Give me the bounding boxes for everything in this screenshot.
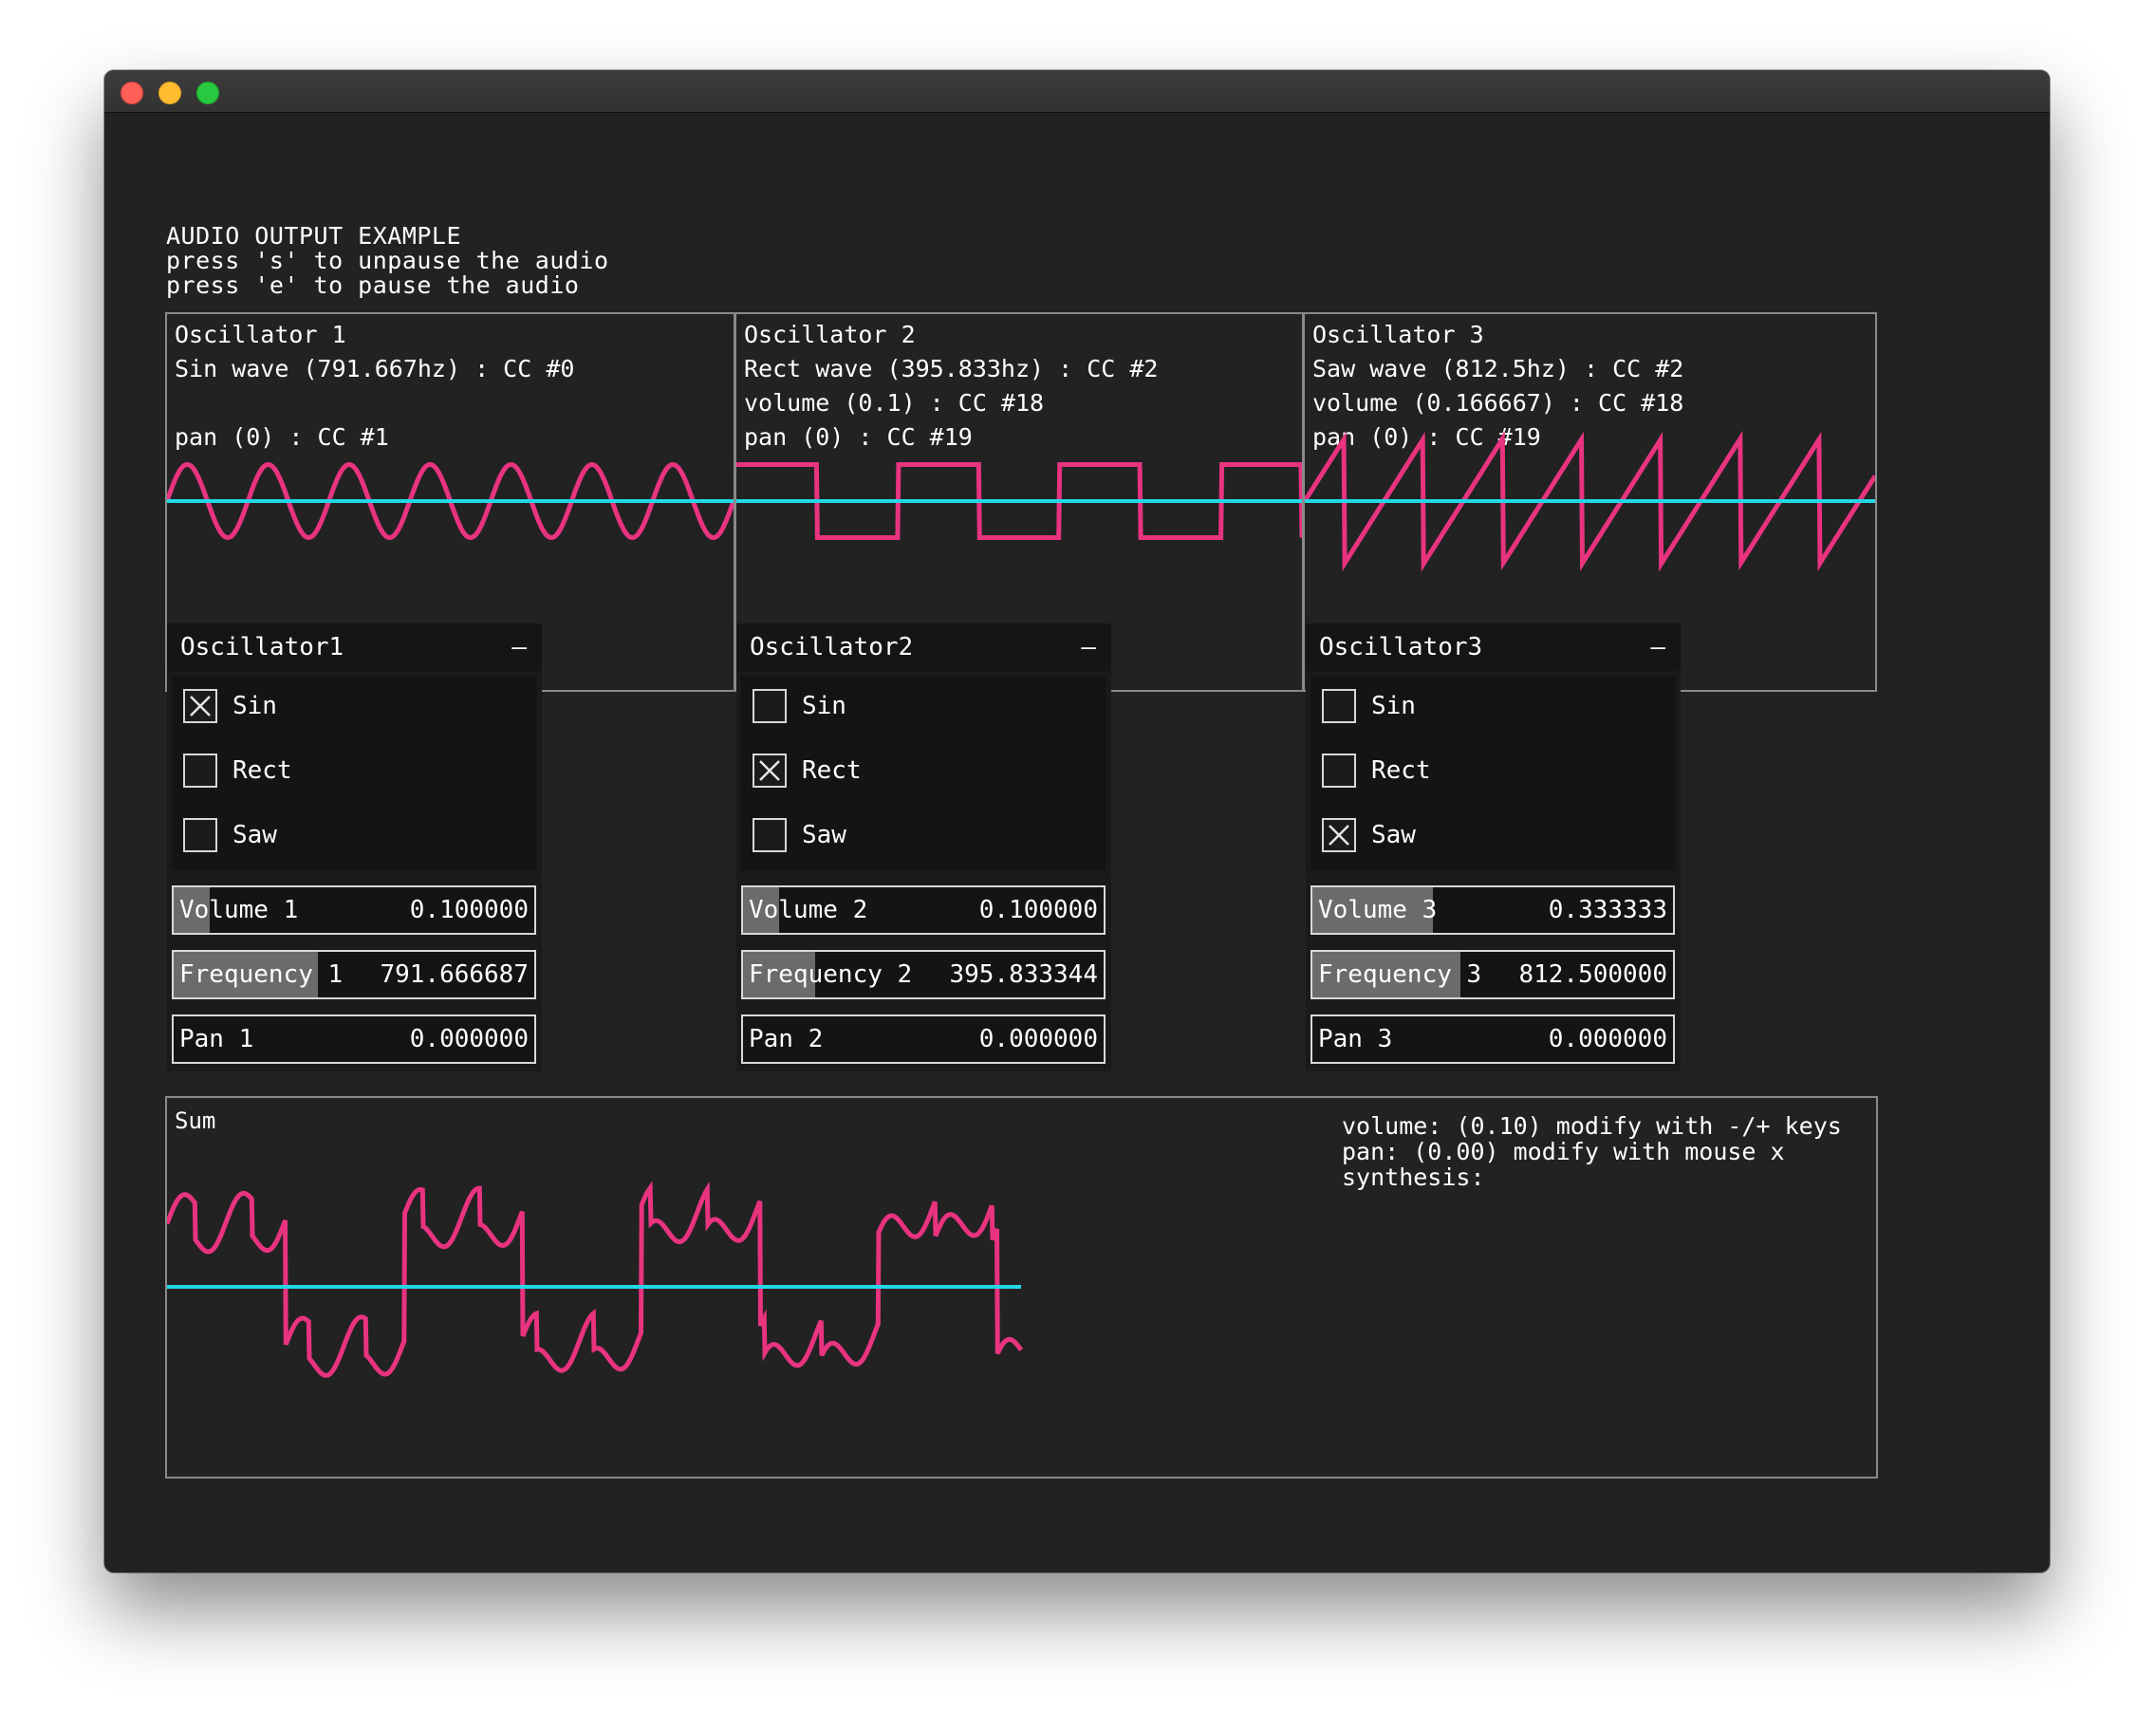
toggle-rect[interactable]: Rect	[1322, 752, 1663, 790]
minimize-window-button[interactable]	[158, 82, 181, 104]
waveform-toggle-group: Sin Rect Saw	[1310, 676, 1676, 870]
toggle-sin[interactable]: Sin	[753, 687, 1094, 725]
checkbox[interactable]	[1322, 818, 1356, 852]
toggle-label: Sin	[802, 692, 846, 720]
toggle-label: Saw	[1371, 821, 1416, 849]
frequency-slider[interactable]: Frequency 2 395.833344	[741, 950, 1106, 999]
slider-value: 395.833344	[949, 960, 1098, 989]
checkbox[interactable]	[183, 818, 217, 852]
slider-value: 0.100000	[409, 896, 529, 924]
collapse-button[interactable]: –	[1081, 623, 1096, 671]
panel-title: Oscillator1	[180, 633, 344, 661]
maximize-window-button[interactable]	[196, 82, 219, 104]
panel-header[interactable]: Oscillator1 –	[167, 623, 542, 671]
toggle-label: Saw	[802, 821, 846, 849]
app-content: AUDIO OUTPUT EXAMPLE press 's' to unpause…	[104, 113, 2050, 1572]
collapse-button[interactable]: –	[511, 623, 527, 671]
toggle-label: Saw	[232, 821, 277, 849]
slider-name: Volume 1	[179, 896, 299, 924]
checkbox[interactable]	[753, 689, 787, 723]
close-window-button[interactable]	[121, 82, 143, 104]
checkbox[interactable]	[183, 689, 217, 723]
toggle-saw[interactable]: Saw	[1322, 816, 1663, 854]
oscillator-panel-2: Oscillator2 – Sin Rect Saw Volume 2 0.100000…	[736, 623, 1111, 1071]
oscillator-panel-3: Oscillator3 – Sin Rect Saw Volume 3 0.333333…	[1306, 623, 1681, 1071]
frequency-slider[interactable]: Frequency 3 812.500000	[1310, 950, 1675, 999]
oscillator-panel-1: Oscillator1 – Sin Rect Saw Volume 1 0.100000…	[167, 623, 542, 1071]
volume-slider[interactable]: Volume 1 0.100000	[172, 885, 536, 935]
instructions-title: AUDIO OUTPUT EXAMPLE	[166, 222, 462, 250]
toggle-saw[interactable]: Saw	[753, 816, 1094, 854]
toggle-rect[interactable]: Rect	[183, 752, 525, 790]
panel-header[interactable]: Oscillator2 –	[736, 623, 1111, 671]
slider-name: Pan 2	[749, 1025, 824, 1053]
check-x-icon	[759, 760, 780, 781]
collapse-button[interactable]: –	[1650, 623, 1665, 671]
check-x-icon	[1329, 825, 1349, 846]
panel-header[interactable]: Oscillator3 –	[1306, 623, 1681, 671]
slider-name: Frequency 1	[179, 960, 344, 989]
volume-slider[interactable]: Volume 2 0.100000	[741, 885, 1106, 935]
pan-slider[interactable]: Pan 3 0.000000	[1310, 1014, 1675, 1064]
slider-value: 791.666687	[380, 960, 529, 989]
toggle-sin[interactable]: Sin	[1322, 687, 1663, 725]
instructions-text: AUDIO OUTPUT EXAMPLE press 's' to unpause…	[166, 224, 609, 298]
volume-slider[interactable]: Volume 3 0.333333	[1310, 885, 1675, 935]
instructions-unpause: press 's' to unpause the audio	[166, 247, 609, 274]
toggle-label: Rect	[1371, 756, 1431, 785]
sum-scope: Sum volume: (0.10) modify with -/+ keys p…	[165, 1096, 1878, 1479]
slider-name: Frequency 2	[749, 960, 913, 989]
slider-value: 0.000000	[1548, 1025, 1667, 1053]
slider-name: Volume 2	[749, 896, 868, 924]
toggle-rect[interactable]: Rect	[753, 752, 1094, 790]
sum-wave-line	[167, 1181, 1024, 1378]
slider-value: 0.000000	[978, 1025, 1098, 1053]
sum-waveform	[167, 1181, 1024, 1378]
toggle-sin[interactable]: Sin	[183, 687, 525, 725]
app-window: AUDIO OUTPUT EXAMPLE press 's' to unpause…	[104, 70, 2050, 1572]
slider-name: Frequency 3	[1318, 960, 1482, 989]
waveform-toggle-group: Sin Rect Saw	[172, 676, 537, 870]
toggle-label: Sin	[232, 692, 277, 720]
slider-value: 812.500000	[1518, 960, 1667, 989]
frequency-slider[interactable]: Frequency 1 791.666687	[172, 950, 536, 999]
checkbox[interactable]	[753, 754, 787, 788]
slider-name: Volume 3	[1318, 896, 1438, 924]
checkbox[interactable]	[183, 754, 217, 788]
panel-title: Oscillator2	[750, 633, 914, 661]
slider-name: Pan 1	[179, 1025, 254, 1053]
waveform-toggle-group: Sin Rect Saw	[741, 676, 1106, 870]
checkbox[interactable]	[1322, 754, 1356, 788]
slider-name: Pan 3	[1318, 1025, 1393, 1053]
pan-slider[interactable]: Pan 2 0.000000	[741, 1014, 1106, 1064]
toggle-label: Rect	[232, 756, 292, 785]
panel-title: Oscillator3	[1319, 633, 1483, 661]
checkbox[interactable]	[1322, 689, 1356, 723]
slider-value: 0.333333	[1548, 896, 1667, 924]
check-x-icon	[190, 696, 211, 716]
checkbox[interactable]	[753, 818, 787, 852]
toggle-label: Rect	[802, 756, 862, 785]
instructions-pause: press 'e' to pause the audio	[166, 271, 580, 299]
pan-slider[interactable]: Pan 1 0.000000	[172, 1014, 536, 1064]
title-bar	[104, 70, 2050, 113]
toggle-saw[interactable]: Saw	[183, 816, 525, 854]
slider-value: 0.000000	[409, 1025, 529, 1053]
slider-value: 0.100000	[978, 896, 1098, 924]
toggle-label: Sin	[1371, 692, 1416, 720]
